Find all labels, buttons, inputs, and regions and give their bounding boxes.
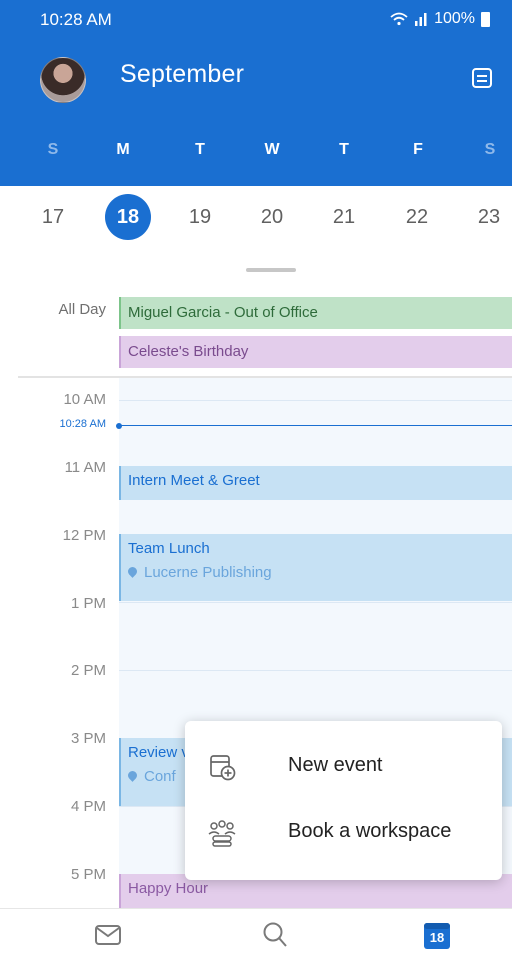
hour-label-11am: 11 AM (64, 459, 106, 476)
date-19[interactable]: 19 (177, 194, 223, 240)
hour-label-3pm: 3 PM (70, 730, 106, 747)
book-workspace-menu-item[interactable]: Book a workspace (185, 800, 502, 866)
date-23[interactable]: 23 (466, 194, 512, 240)
drag-handle[interactable] (246, 268, 296, 272)
hour-line (119, 602, 512, 603)
weekday-sat: S (484, 141, 496, 158)
weekday-sun: S (47, 141, 59, 158)
agenda-view-icon[interactable] (468, 64, 496, 92)
search-icon[interactable] (256, 917, 296, 953)
battery-percent: 100% (434, 10, 475, 27)
hour-label-10am: 10 AM (63, 391, 106, 408)
all-day-event-out-of-office[interactable]: Miguel Garcia - Out of Office (119, 297, 512, 329)
new-event-label: New event (288, 754, 383, 776)
new-event-menu-item[interactable]: New event (185, 734, 502, 800)
weekday-fri: F (413, 141, 423, 158)
weekday-wed: W (264, 141, 280, 158)
event-intern-meet[interactable]: Intern Meet & Greet (119, 466, 512, 500)
calendar-badge: 18 (429, 930, 445, 945)
hour-label-5pm: 5 PM (70, 866, 106, 883)
date-22[interactable]: 22 (394, 194, 440, 240)
signal-icon (415, 13, 427, 26)
event-location-text: Lucerne Publishing (144, 564, 272, 581)
battery-icon (481, 11, 490, 27)
date-20[interactable]: 20 (249, 194, 295, 240)
book-workspace-label: Book a workspace (288, 820, 452, 842)
status-time: 10:28 AM (40, 10, 112, 29)
hour-label-4pm: 4 PM (70, 798, 106, 815)
all-day-label: All Day (58, 301, 106, 318)
weekday-thu: T (339, 141, 349, 158)
date-21[interactable]: 21 (321, 194, 367, 240)
event-team-lunch[interactable]: Team Lunch Lucerne Publishing (119, 534, 512, 601)
event-location: Lucerne Publishing (126, 564, 505, 581)
month-title[interactable]: September (120, 60, 244, 89)
date-17[interactable]: 17 (30, 194, 76, 240)
event-title: Intern Meet & Greet (128, 472, 260, 489)
current-time-line (120, 425, 512, 426)
location-pin-icon (126, 565, 139, 578)
calendar-nav-button[interactable]: 18 (423, 920, 451, 950)
wifi-icon (390, 12, 408, 26)
hour-line (119, 670, 512, 671)
mail-icon[interactable] (88, 917, 128, 953)
new-item-menu: New event Book a workspace (185, 721, 502, 880)
bottom-navigation: 18 (0, 908, 512, 959)
people-group-icon (208, 820, 236, 847)
all-day-event-birthday[interactable]: Celeste's Birthday (119, 336, 512, 368)
weekday-mon: M (116, 141, 130, 158)
date-18-selected[interactable]: 18 (105, 194, 151, 240)
weekday-tue: T (195, 141, 205, 158)
event-location-text: Conf (144, 768, 176, 785)
hour-label-12pm: 12 PM (62, 527, 106, 544)
avatar[interactable] (40, 57, 86, 103)
location-pin-icon (126, 769, 139, 782)
event-title: Team Lunch (128, 540, 210, 557)
hour-label-2pm: 2 PM (70, 662, 106, 679)
hour-label-1pm: 1 PM (70, 595, 106, 612)
current-time-dot (116, 423, 122, 429)
status-indicators: 100% (390, 10, 490, 28)
current-time-label: 10:28 AM (59, 418, 106, 430)
calendar-add-icon (210, 755, 236, 781)
hour-line (119, 400, 512, 401)
